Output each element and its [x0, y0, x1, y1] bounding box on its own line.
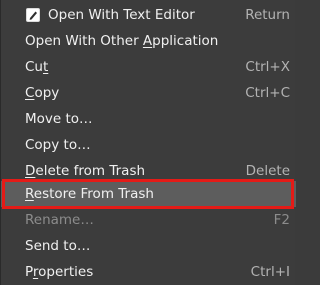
menu-item-label: Copy to…: [25, 137, 91, 153]
menu-item-shortcut: Return: [245, 7, 290, 23]
menu-item-move-to[interactable]: Move to…: [1, 106, 296, 132]
menu-item-label: Open With Text Editor: [48, 7, 195, 23]
menu-item-copy[interactable]: Copy Ctrl+C: [1, 80, 296, 106]
context-menu: Open With Text Editor Return Open With O…: [0, 0, 296, 285]
menu-item-label: Delete from Trash: [25, 163, 146, 179]
menu-item-send-to[interactable]: Send to…: [1, 233, 296, 259]
menu-item-label: Send to…: [25, 238, 91, 254]
menu-item-label: Move to…: [25, 111, 93, 127]
menu-item-label: Restore From Trash: [25, 186, 154, 202]
menu-item-label: Properties: [25, 264, 94, 280]
menu-item-open-with-other-application[interactable]: Open With Other Application: [1, 28, 296, 54]
menu-item-label: Rename…: [25, 212, 94, 228]
menu-item-shortcut: Ctrl+C: [245, 85, 290, 101]
menu-item-properties[interactable]: Properties Ctrl+I: [1, 259, 296, 285]
menu-item-label: Copy: [25, 85, 60, 101]
menu-item-label: Open With Other Application: [25, 33, 219, 49]
menu-item-label: Cut: [25, 59, 49, 75]
menu-item-copy-to[interactable]: Copy to…: [1, 132, 296, 158]
menu-item-restore-from-trash[interactable]: Restore From Trash: [1, 181, 296, 207]
menu-item-shortcut: Delete: [245, 163, 290, 179]
menu-item-rename[interactable]: Rename… F2: [1, 207, 296, 233]
menu-item-open-with-text-editor[interactable]: Open With Text Editor Return: [1, 2, 296, 28]
menu-item-shortcut: F2: [273, 212, 290, 228]
menu-item-shortcut: Ctrl+X: [245, 59, 290, 75]
menu-item-cut[interactable]: Cut Ctrl+X: [1, 54, 296, 80]
menu-item-shortcut: Ctrl+I: [250, 264, 290, 280]
text-editor-icon: [26, 8, 40, 22]
